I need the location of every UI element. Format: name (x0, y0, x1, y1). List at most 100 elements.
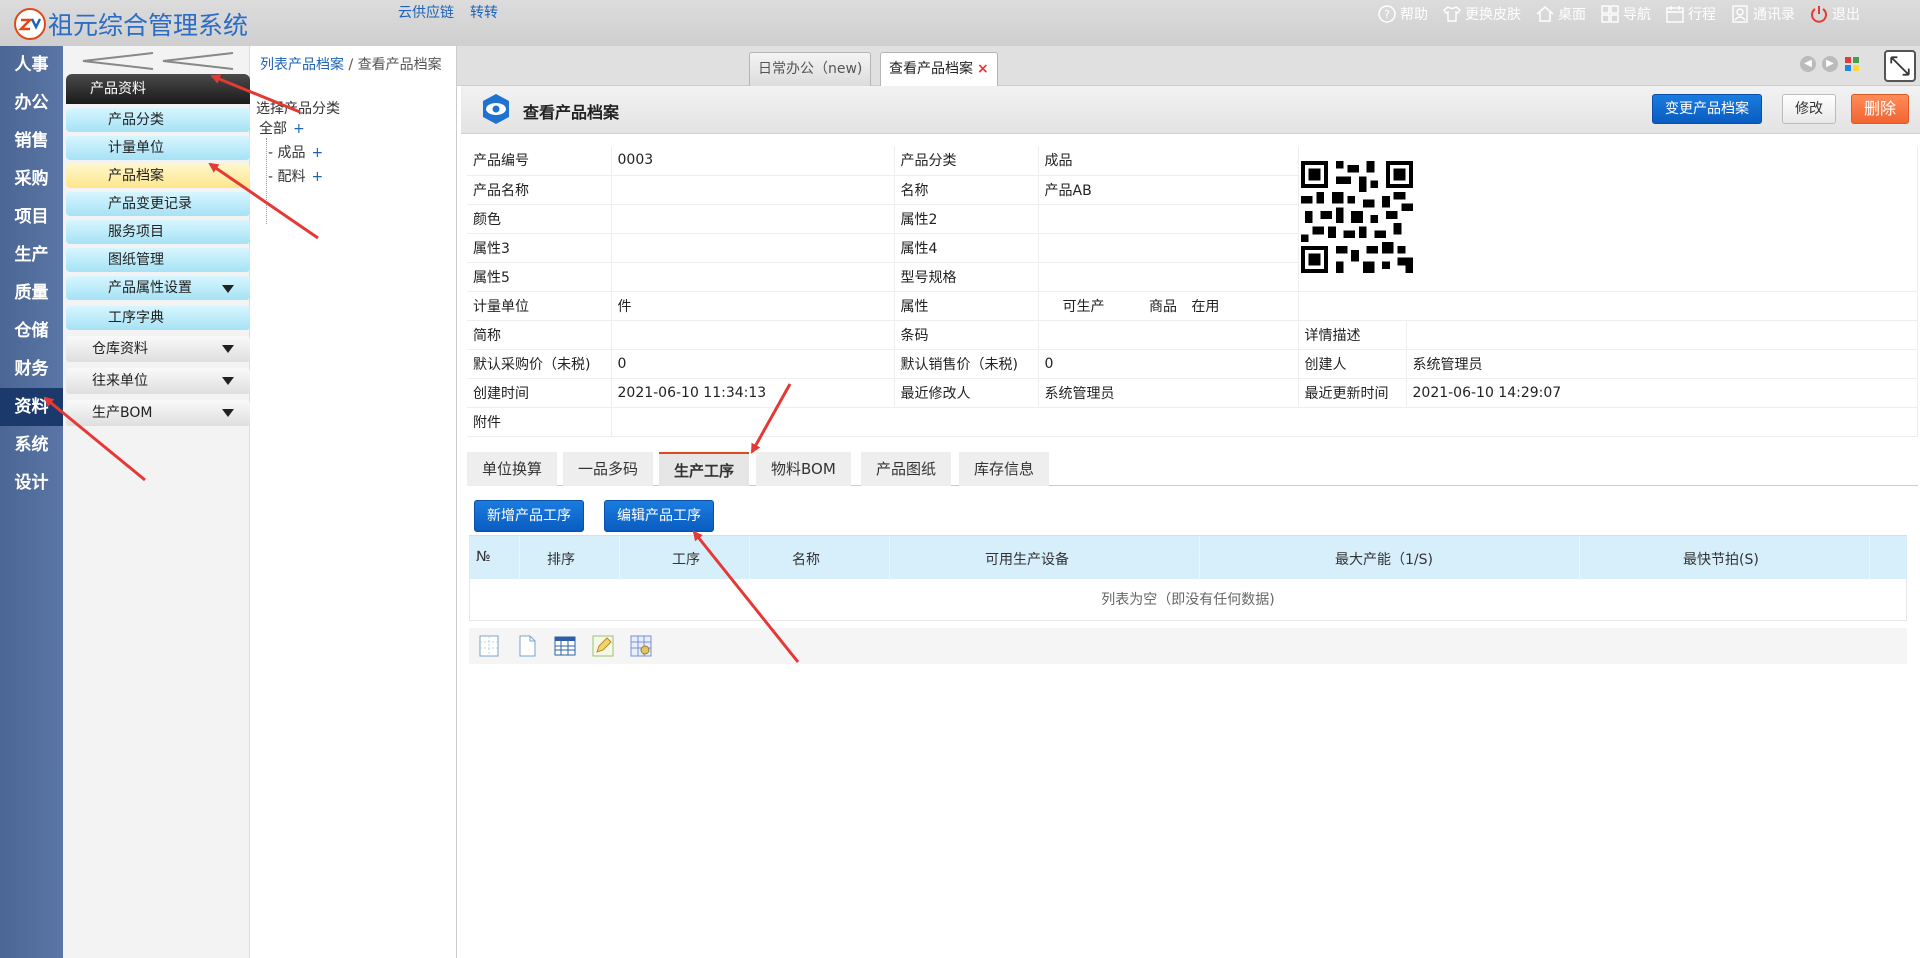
column-separator (889, 536, 890, 580)
menu-group-warehouse-data[interactable]: 仓库资料 (66, 336, 250, 362)
edit-process-button[interactable]: 编辑产品工序 (604, 500, 714, 532)
menu-item-drawings[interactable]: 图纸管理 (66, 248, 250, 272)
top-link-transfer[interactable]: 转转 (470, 2, 498, 22)
next-tab-icon[interactable]: ▶ (1822, 56, 1838, 72)
rail-item-project[interactable]: 项目 (0, 198, 63, 236)
updated-time-value: 2021-06-10 14:29:07 (1406, 378, 1918, 408)
menu-group-partners-label: 往来单位 (92, 373, 148, 389)
menu-item-product-archive[interactable]: 产品档案 (66, 164, 250, 188)
empty-cell (1298, 291, 1918, 321)
document-icon[interactable] (515, 634, 539, 658)
collapse-menu-icon[interactable] (73, 50, 243, 72)
subtab-material-bom[interactable]: 物料BOM (756, 452, 851, 486)
power-icon (1811, 6, 1827, 23)
barcode-value (1038, 320, 1299, 350)
column-header-name[interactable]: 名称 (792, 549, 820, 569)
fullscreen-icon[interactable] (1884, 50, 1916, 82)
change-skin-label: 更换皮肤 (1465, 7, 1521, 23)
top-link-supply-chain[interactable]: 云供应链 (398, 2, 454, 22)
windows-icon[interactable] (1844, 56, 1860, 72)
column-header-process[interactable]: 工序 (672, 549, 700, 569)
subtab-unit-conversion[interactable]: 单位换算 (467, 452, 558, 486)
delete-button[interactable]: 删除 (1851, 94, 1910, 124)
rail-item-office[interactable]: 办公 (0, 84, 63, 122)
rail-item-purchase[interactable]: 采购 (0, 160, 63, 198)
attribute-values: 可生产 商品 在用 (1038, 291, 1299, 321)
calendar-icon (1666, 6, 1684, 23)
menu-item-product-category[interactable]: 产品分类 (66, 108, 250, 132)
menu-item-change-record[interactable]: 产品变更记录 (66, 192, 250, 216)
grid-toolbar (469, 628, 1907, 664)
rail-item-design[interactable]: 设计 (0, 464, 63, 502)
tab-daily-office[interactable]: 日常办公（new) (749, 52, 872, 86)
detail-label: 详情描述 (1298, 320, 1407, 350)
contacts-button[interactable]: 通讯录 (1730, 4, 1795, 24)
menu-item-attribute-settings-label: 产品属性设置 (108, 280, 192, 296)
subtab-multi-code[interactable]: 一品多码 (563, 452, 654, 486)
column-separator (1869, 536, 1870, 580)
rail-item-production[interactable]: 生产 (0, 236, 63, 274)
rail-item-system[interactable]: 系统 (0, 426, 63, 464)
tree-node-ingredients[interactable]: - 配料 + (268, 166, 323, 186)
tree-node-all[interactable]: 全部 + (259, 118, 305, 138)
plus-icon[interactable]: + (312, 145, 324, 161)
breadcrumb-link[interactable]: 列表产品档案 (260, 57, 344, 73)
chevron-down-icon (222, 285, 234, 293)
rail-item-finance[interactable]: 财务 (0, 350, 63, 388)
rail-item-quality[interactable]: 质量 (0, 274, 63, 312)
close-icon[interactable]: × (977, 61, 989, 77)
menu-item-unit[interactable]: 计量单位 (66, 136, 250, 160)
help-button[interactable]: ? 帮助 (1377, 4, 1428, 24)
table-icon[interactable] (553, 634, 577, 658)
column-header-fastest-cycle[interactable]: 最快节拍(S) (1683, 549, 1759, 569)
plus-icon[interactable]: + (312, 169, 324, 185)
contacts-label: 通讯录 (1753, 7, 1795, 23)
modifier-value: 系统管理员 (1038, 378, 1299, 408)
navigation-label: 导航 (1623, 7, 1651, 23)
change-product-archive-button[interactable]: 变更产品档案 (1652, 94, 1762, 124)
menu-header-product-data[interactable]: 产品资料 (66, 74, 250, 104)
menu-item-service[interactable]: 服务项目 (66, 220, 250, 244)
qr-code-icon (1301, 161, 1413, 273)
menu-item-attribute-settings[interactable]: 产品属性设置 (66, 276, 250, 300)
add-process-button[interactable]: 新增产品工序 (474, 500, 584, 532)
rail-item-sales[interactable]: 销售 (0, 122, 63, 160)
eye-icon (483, 94, 509, 124)
navigation-button[interactable]: 导航 (1600, 4, 1651, 24)
tree-node-finished-goods[interactable]: - 成品 + (268, 142, 323, 162)
menu-group-production-bom-label: 生产BOM (92, 405, 153, 421)
logout-button[interactable]: 退出 (1809, 4, 1860, 24)
edit-button[interactable]: 修改 (1782, 94, 1836, 124)
column-header-sort[interactable]: 排序 (547, 549, 575, 569)
subtab-product-drawings[interactable]: 产品图纸 (861, 452, 952, 486)
column-header-max-capacity[interactable]: 最大产能（1/S) (1335, 549, 1433, 569)
tree-title: 选择产品分类 (256, 101, 340, 117)
rail-item-hr[interactable]: 人事 (0, 46, 63, 84)
column-separator (749, 536, 750, 580)
tab-view-product-archive[interactable]: 查看产品档案 × (880, 52, 998, 86)
menu-group-production-bom[interactable]: 生产BOM (66, 400, 250, 426)
subtab-production-process[interactable]: 生产工序 (659, 452, 750, 486)
prev-tab-icon[interactable]: ◀ (1800, 56, 1816, 72)
table-settings-icon[interactable] (629, 634, 653, 658)
menu-item-process-dictionary[interactable]: 工序字典 (66, 306, 250, 330)
menu-group-partners[interactable]: 往来单位 (66, 368, 250, 394)
desktop-button[interactable]: 桌面 (1535, 4, 1586, 24)
tree-node-all-label: 全部 (259, 121, 287, 137)
column-separator (1579, 536, 1580, 580)
plus-icon[interactable]: + (293, 121, 305, 137)
subtab-inventory-info[interactable]: 库存信息 (959, 452, 1050, 486)
column-select-icon[interactable] (477, 634, 501, 658)
rail-item-warehouse[interactable]: 仓储 (0, 312, 63, 350)
sales-price-label: 默认销售价（未税) (894, 349, 1039, 379)
created-time-label: 创建时间 (467, 378, 612, 408)
info-value (611, 262, 895, 292)
info-label: 属性5 (467, 262, 612, 292)
change-skin-button[interactable]: 更换皮肤 (1442, 4, 1521, 24)
schedule-button[interactable]: 行程 (1665, 4, 1716, 24)
page-title: 查看产品档案 (523, 103, 620, 122)
rail-item-master-data[interactable]: 资料 (0, 388, 63, 426)
column-header-equipment[interactable]: 可用生产设备 (985, 549, 1069, 569)
chevron-down-icon (222, 409, 234, 417)
edit-pencil-icon[interactable] (591, 634, 615, 658)
